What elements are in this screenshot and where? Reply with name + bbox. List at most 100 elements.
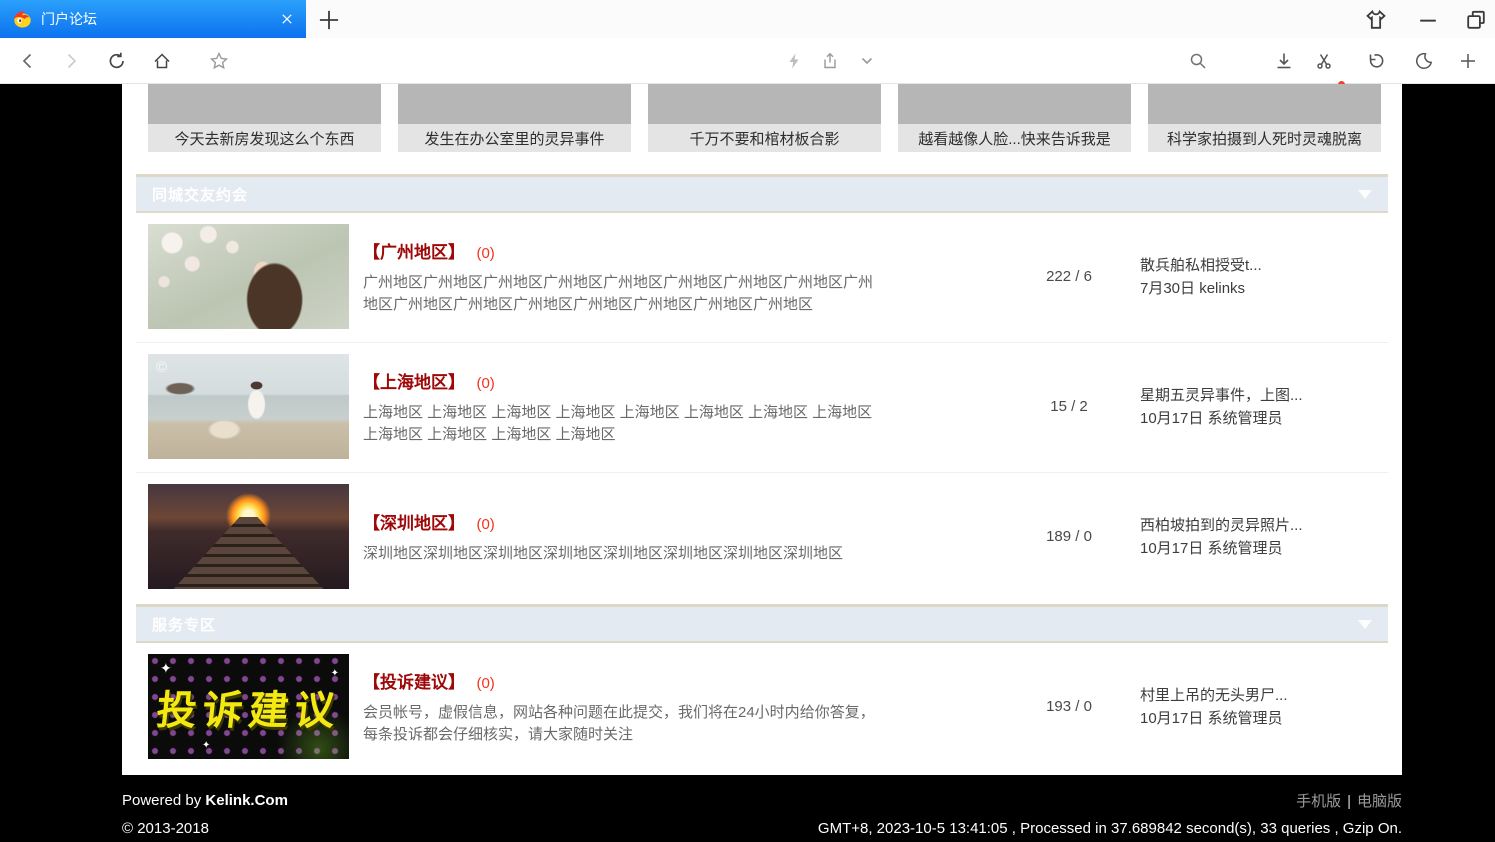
complaint-banner-text: 投诉建议 <box>153 678 343 736</box>
forum-stats: 189 / 0 <box>1014 528 1124 545</box>
forum-name-link[interactable]: 【上海地区】 <box>363 373 465 392</box>
lastpost-meta[interactable]: 10月17日 系统管理员 <box>1140 707 1388 730</box>
forum-thumbnail[interactable] <box>148 484 349 589</box>
browser-chrome: 门户论坛 <box>0 0 1495 84</box>
powered-brand-link[interactable]: Kelink.Com <box>205 792 288 809</box>
hot-thread-image[interactable] <box>898 84 1131 124</box>
forum-thumbnail[interactable] <box>148 224 349 329</box>
bookmark-star-icon[interactable] <box>209 51 229 71</box>
forum-today-count: (0) <box>476 516 494 533</box>
forum-today-count: (0) <box>476 375 494 392</box>
copyright-watermark: © <box>156 359 167 376</box>
restore-window-button[interactable] <box>1463 7 1489 33</box>
forum-lastpost: 星期五灵异事件，上图... 10月17日 系统管理员 <box>1124 384 1388 430</box>
hot-thread-card[interactable]: 今天去新房发现这么个东西 <box>148 84 381 152</box>
tab-strip: 门户论坛 <box>0 0 1495 38</box>
add-toolbar-icon[interactable] <box>1458 51 1478 71</box>
lastpost-title-link[interactable]: 星期五灵异事件，上图... <box>1140 384 1388 407</box>
tab-title: 门户论坛 <box>41 9 280 29</box>
hot-thread-strip: 今天去新房发现这么个东西 发生在办公室里的灵异事件 千万不要和棺材板合影 越看越… <box>122 84 1402 152</box>
chevron-down-icon[interactable] <box>857 51 877 71</box>
mobile-version-link[interactable]: 手机版 <box>1296 793 1341 810</box>
section-dating: 同城交友约会 【广州地区】 (0) 广州地区广州地区广州地区广州地区广州地区广州… <box>136 174 1388 602</box>
hot-thread-card[interactable]: 越看越像人脸...快来告诉我是 <box>898 84 1131 152</box>
minimize-button[interactable] <box>1415 7 1441 33</box>
forum-name-link[interactable]: 【投诉建议】 <box>363 673 465 692</box>
lastpost-title-link[interactable]: 散兵舶私相授受t... <box>1140 254 1388 277</box>
lastpost-title-link[interactable]: 村里上吊的无头男尸... <box>1140 684 1388 707</box>
section-title: 同城交友约会 <box>152 184 248 205</box>
hot-thread-title[interactable]: 越看越像人脸...快来告诉我是 <box>898 124 1131 152</box>
browser-toolbar: xk-diz.kelink.com 在此搜索 译 <box>0 38 1495 84</box>
undo-history-icon[interactable] <box>1366 51 1386 71</box>
forum-today-count: (0) <box>476 245 494 262</box>
forum-row-shenzhen: 【深圳地区】 (0) 深圳地区深圳地区深圳地区深圳地区深圳地区深圳地区深圳地区深… <box>136 473 1388 602</box>
sparkle-icon: ✦ <box>202 740 210 751</box>
hot-thread-image[interactable] <box>1148 84 1381 124</box>
forum-info: 【广州地区】 (0) 广州地区广州地区广州地区广州地区广州地区广州地区广州地区广… <box>363 238 1014 316</box>
sparkle-icon: ✦ <box>331 668 339 679</box>
download-icon[interactable] <box>1274 51 1294 71</box>
powered-prefix: Powered by <box>122 792 205 809</box>
hot-thread-title[interactable]: 发生在办公室里的灵异事件 <box>398 124 631 152</box>
back-icon[interactable] <box>18 51 38 71</box>
screenshot-scissors-icon[interactable] <box>1314 51 1334 71</box>
hot-thread-image[interactable] <box>148 84 381 124</box>
search-icon[interactable] <box>1188 51 1208 71</box>
forum-today-count: (0) <box>476 675 494 692</box>
desktop-version-link[interactable]: 电脑版 <box>1357 793 1402 810</box>
lastpost-meta[interactable]: 10月17日 系统管理员 <box>1140 407 1388 430</box>
forum-row-shanghai: © 【上海地区】 (0) 上海地区 上海地区 上海地区 上海地区 上海地区 上海… <box>136 343 1388 473</box>
hot-thread-title[interactable]: 千万不要和棺材板合影 <box>648 124 881 152</box>
hot-thread-card[interactable]: 发生在办公室里的灵异事件 <box>398 84 631 152</box>
skin-theme-icon[interactable] <box>1363 7 1389 33</box>
hot-thread-image[interactable] <box>398 84 631 124</box>
lastpost-meta[interactable]: 7月30日 kelinks <box>1140 277 1388 300</box>
forum-name-link[interactable]: 【深圳地区】 <box>363 514 465 533</box>
forum-row-complaints: 投诉建议 ✦ ✦ ✦ 【投诉建议】 (0) 会员帐号，虚假信息，网站各种问题在此… <box>136 643 1388 772</box>
home-icon[interactable] <box>152 51 172 71</box>
forum-thumbnail[interactable]: 投诉建议 ✦ ✦ ✦ <box>148 654 349 759</box>
forum-info: 【投诉建议】 (0) 会员帐号，虚假信息，网站各种问题在此提交，我们将在24小时… <box>363 668 1014 746</box>
tab-close-icon[interactable] <box>280 12 294 26</box>
version-divider: | <box>1347 793 1351 810</box>
site-footer: Powered by Kelink.Com 手机版|电脑版 © 2013-201… <box>122 775 1402 842</box>
page-background: 今天去新房发现这么个东西 发生在办公室里的灵异事件 千万不要和棺材板合影 越看越… <box>0 84 1495 842</box>
hot-thread-title[interactable]: 科学家拍摄到人死时灵魂脱离 <box>1148 124 1381 152</box>
forum-row-guangzhou: 【广州地区】 (0) 广州地区广州地区广州地区广州地区广州地区广州地区广州地区广… <box>136 213 1388 343</box>
section-title: 服务专区 <box>152 614 216 635</box>
section-header[interactable]: 同城交友约会 <box>136 174 1388 213</box>
forum-description: 上海地区 上海地区 上海地区 上海地区 上海地区 上海地区 上海地区 上海地区 … <box>363 402 883 446</box>
section-service: 服务专区 投诉建议 ✦ ✦ ✦ 【投诉建议】 (0) 会员帐号，虚假信息，网站各… <box>136 604 1388 772</box>
hot-thread-title[interactable]: 今天去新房发现这么个东西 <box>148 124 381 152</box>
forum-name-link[interactable]: 【广州地区】 <box>363 243 465 262</box>
forum-thumbnail[interactable]: © <box>148 354 349 459</box>
night-mode-moon-icon[interactable] <box>1414 51 1434 71</box>
site-favicon <box>12 9 32 29</box>
section-header[interactable]: 服务专区 <box>136 604 1388 643</box>
forum-description: 会员帐号，虚假信息，网站各种问题在此提交，我们将在24小时内给你答复，每条投诉都… <box>363 702 883 746</box>
lastpost-title-link[interactable]: 西柏坡拍到的灵异照片... <box>1140 514 1388 537</box>
refresh-icon[interactable] <box>107 51 127 71</box>
collapse-arrow-icon[interactable] <box>1358 190 1372 199</box>
forward-icon[interactable] <box>61 51 81 71</box>
hot-thread-card[interactable]: 科学家拍摄到人死时灵魂脱离 <box>1148 84 1381 152</box>
forum-lastpost: 村里上吊的无头男尸... 10月17日 系统管理员 <box>1124 684 1388 730</box>
hot-thread-image[interactable] <box>648 84 881 124</box>
forum-lastpost: 散兵舶私相授受t... 7月30日 kelinks <box>1124 254 1388 300</box>
forum-board: 同城交友约会 【广州地区】 (0) 广州地区广州地区广州地区广州地区广州地区广州… <box>136 174 1388 772</box>
forum-stats: 193 / 0 <box>1014 698 1124 715</box>
hot-thread-card[interactable]: 千万不要和棺材板合影 <box>648 84 881 152</box>
forum-info: 【上海地区】 (0) 上海地区 上海地区 上海地区 上海地区 上海地区 上海地区… <box>363 368 1014 446</box>
collapse-arrow-icon[interactable] <box>1358 620 1372 629</box>
new-tab-button[interactable] <box>316 7 342 33</box>
forum-stats: 15 / 2 <box>1014 398 1124 415</box>
lightning-icon[interactable] <box>784 51 804 71</box>
lastpost-meta[interactable]: 10月17日 系统管理员 <box>1140 537 1388 560</box>
forum-page: 今天去新房发现这么个东西 发生在办公室里的灵异事件 千万不要和棺材板合影 越看越… <box>122 84 1402 775</box>
sparkle-icon: ✦ <box>160 660 172 677</box>
share-icon[interactable] <box>820 51 840 71</box>
forum-info: 【深圳地区】 (0) 深圳地区深圳地区深圳地区深圳地区深圳地区深圳地区深圳地区深… <box>363 509 1014 565</box>
browser-tab[interactable]: 门户论坛 <box>0 0 306 38</box>
powered-by: Powered by Kelink.Com <box>122 792 288 809</box>
